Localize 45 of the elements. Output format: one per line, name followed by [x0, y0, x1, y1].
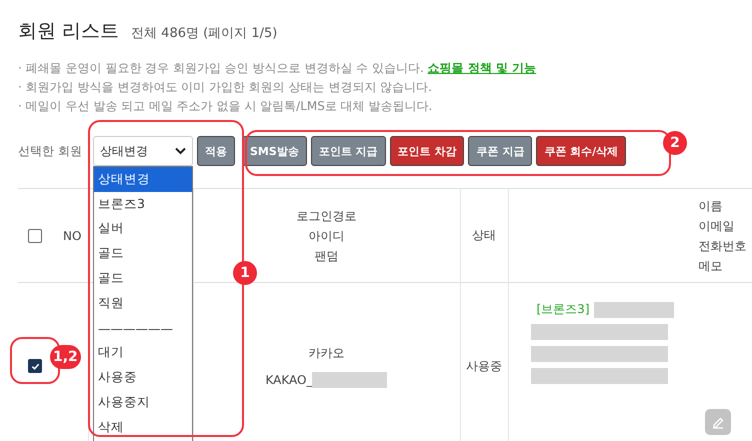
action-button[interactable]: 포인트 지급	[310, 136, 386, 166]
step-badge: 2	[663, 131, 687, 155]
dropdown-option[interactable]: 상태변경	[94, 167, 192, 192]
login-path: 카카오	[308, 344, 344, 362]
member-grade: [브론즈3]	[536, 301, 590, 318]
step-badge: 1	[233, 261, 257, 285]
column-header: 상태	[472, 228, 496, 242]
dropdown-option[interactable]: 직원	[94, 290, 192, 316]
member-id: KAKAO_	[266, 372, 312, 386]
note-text: · 메일이 우선 발송 되고 메일 주소가 없을 시 알림톡/LMS로 대체 발송됩니다.	[18, 98, 434, 114]
dropdown-option[interactable]: 골드	[94, 241, 192, 266]
dropdown-option[interactable]: 골드	[94, 266, 192, 291]
dropdown-option[interactable]: 대기	[94, 340, 192, 366]
column-header: 팬덤	[314, 248, 338, 264]
checkbox[interactable]	[28, 228, 42, 242]
dropdown-option[interactable]: 실버	[94, 216, 192, 242]
selected-members-label: 선택한 회원	[18, 142, 83, 160]
column-header: 전화번호	[698, 238, 746, 254]
column-header: 메모	[698, 258, 722, 274]
column-header: 이름	[698, 198, 722, 214]
note-text: · 폐쇄몰 운영이 필요한 경우 회원가입 승인 방식으로 변경하실 수 있습니다. 쇼핑몰 정책 및 기능	[18, 60, 538, 76]
dropdown-option[interactable]: 브론즈3	[94, 192, 192, 217]
note-text: · 회원가입 방식을 변경하여도 이미 가입한 회원의 상태는 변경되지 않습니다.	[18, 79, 433, 95]
status-select[interactable]: 상태변경	[93, 136, 193, 166]
dropdown-option[interactable]: 삭제	[94, 414, 192, 440]
pencil-icon	[710, 415, 724, 429]
dropdown-option[interactable]: 사용중	[94, 365, 192, 390]
action-button[interactable]: 적용	[197, 136, 235, 166]
action-button[interactable]: 쿠폰 회수/삭제	[536, 136, 626, 166]
separator-option: ——————	[94, 316, 192, 341]
column-header: 아이디	[308, 228, 344, 244]
action-button[interactable]: SMS발송	[242, 136, 307, 166]
action-button[interactable]: 포인트 차감	[390, 136, 464, 166]
caret-icon	[175, 147, 186, 155]
member-count: 전체 486명 (페이지 1/5)	[131, 25, 278, 42]
page-title: 회원 리스트	[18, 19, 120, 44]
column-header: 이메일	[698, 218, 734, 234]
member-status: 사용중	[466, 358, 502, 372]
checkmark-icon	[30, 362, 40, 370]
column-header: NO	[63, 228, 82, 242]
action-button[interactable]: 쿠폰 지급	[468, 136, 532, 166]
dropdown-option[interactable]: 사용중지	[94, 390, 192, 415]
checkbox[interactable]	[28, 359, 42, 373]
step-badge: 1,2	[50, 345, 81, 369]
column-header: 로그인경로	[296, 208, 356, 224]
